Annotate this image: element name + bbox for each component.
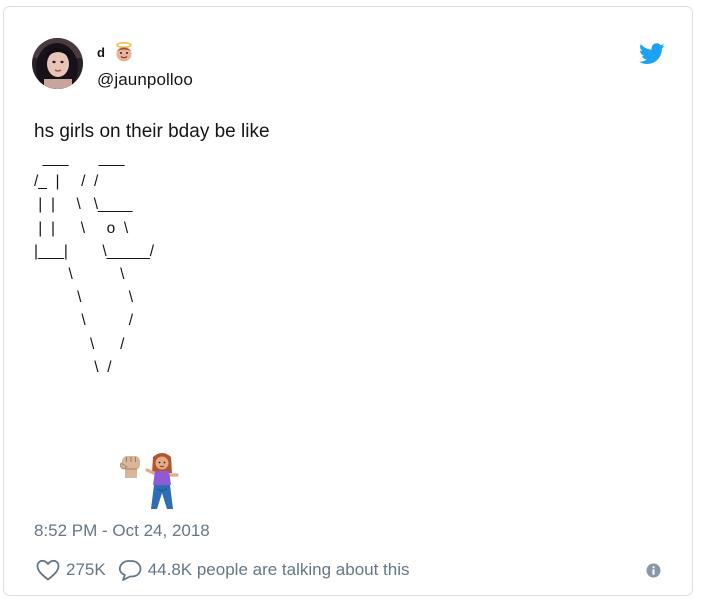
tweet-text: hs girls on their bday be like — [34, 121, 270, 142]
author-handle[interactable]: @jaunpolloo — [97, 70, 193, 90]
heart-icon — [36, 559, 60, 581]
tweet-card: d @jaunpolloo hs girls on their bday be … — [3, 6, 693, 596]
raised-fist-emoji-icon — [119, 456, 140, 478]
speech-bubble-icon — [118, 560, 142, 581]
profile-photo-icon — [32, 38, 83, 89]
angel-face-emoji-icon — [116, 41, 132, 62]
avatar[interactable] — [32, 38, 83, 89]
author-name-row: d — [97, 41, 135, 63]
info-icon[interactable] — [646, 563, 661, 578]
conversation-text: 44.8K people are talking about this — [147, 560, 410, 579]
tweet-timestamp[interactable]: 8:52 PM - Oct 24, 2018 — [34, 521, 210, 541]
twitter-bird-icon[interactable] — [639, 43, 665, 65]
ascii-art: ___ ___ /_ | / / | | \ \____ | | \ o \ |… — [34, 150, 155, 376]
tweet-actions: 275K 44.8K people are talking about this — [36, 557, 410, 583]
like-button[interactable]: 275K — [36, 559, 106, 581]
author-display-name[interactable]: d — [97, 45, 105, 60]
reply-conversation-link[interactable]: 44.8K people are talking about this — [118, 559, 410, 581]
like-count: 275K — [66, 560, 106, 579]
woman-dancing-pose-emoji-icon — [145, 453, 179, 509]
